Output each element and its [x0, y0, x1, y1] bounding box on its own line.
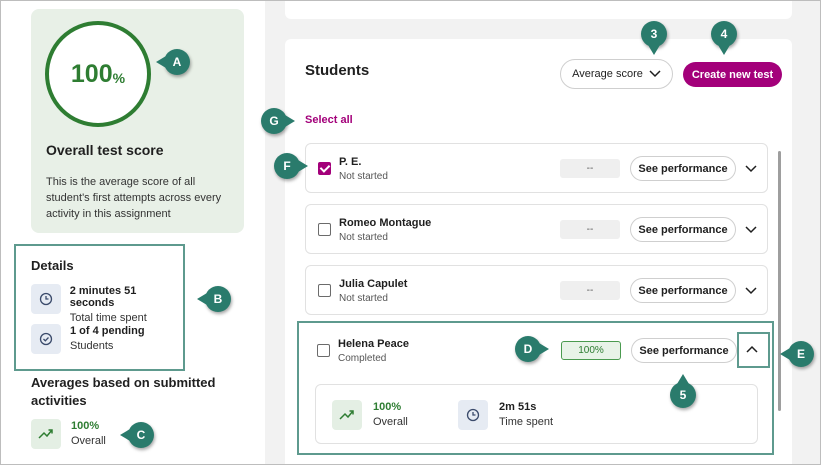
student-score: -- [560, 281, 620, 300]
time-spent-label: Total time spent [69, 312, 147, 324]
student-checkbox[interactable] [318, 223, 331, 236]
pending-value: 1 of 4 pending [70, 325, 145, 337]
student-row: P. E. Not started -- See performance [305, 143, 768, 193]
chevron-down-icon [649, 70, 661, 78]
student-status: Not started [339, 232, 388, 243]
time-spent-value: 2 minutes 51 seconds [69, 285, 137, 309]
callout-a: A [156, 49, 190, 75]
chevron-down-icon[interactable] [744, 222, 758, 236]
overall-score-description: This is the average score of all student… [46, 176, 222, 220]
callout-f: F [274, 153, 308, 179]
overall-score-title: Overall test score [46, 142, 164, 158]
score-ring: 100 % [45, 21, 151, 127]
averages-title: Averages based on submitted activities [31, 375, 216, 408]
student-row: Julia Capulet Not started -- See perform… [305, 265, 768, 315]
student-row: Romeo Montague Not started -- See perfor… [305, 204, 768, 254]
student-checkbox[interactable] [318, 162, 331, 175]
students-title: Students [305, 62, 370, 79]
scrollbar[interactable] [778, 151, 781, 411]
see-performance-button[interactable]: See performance [630, 156, 736, 181]
check-circle-icon [31, 324, 61, 354]
student-checkbox[interactable] [318, 284, 331, 297]
see-performance-button[interactable]: See performance [630, 217, 736, 242]
averages-value: 100% [71, 420, 100, 432]
student-score: -- [560, 159, 620, 178]
create-new-test-button[interactable]: Create new test [683, 62, 782, 87]
student-name: Julia Capulet [339, 278, 408, 290]
clock-icon [31, 284, 61, 314]
callout-c: C [120, 422, 154, 448]
see-performance-button[interactable]: See performance [630, 278, 736, 303]
select-all-link[interactable]: Select all [305, 114, 353, 126]
chevron-down-icon[interactable] [744, 283, 758, 297]
time-spent-detail: 2 minutes 51 seconds Total time spent [31, 284, 183, 324]
callout-g: G [261, 108, 295, 134]
averages-label: Overall [71, 435, 106, 447]
top-card [285, 1, 792, 19]
trending-up-icon [31, 419, 61, 449]
student-score: -- [560, 220, 620, 239]
pending-label: Students [70, 340, 114, 352]
student-name: Romeo Montague [339, 217, 432, 229]
callout-4: 4 [711, 21, 737, 55]
averages-overall: 100% Overall [31, 419, 106, 449]
chevron-down-icon[interactable] [744, 161, 758, 175]
student-status: Not started [339, 171, 388, 182]
summary-panel: 100 % Overall test score This is the ave… [1, 1, 265, 464]
app-frame: 100 % Overall test score This is the ave… [0, 0, 821, 465]
overall-score-card: 100 % Overall test score This is the ave… [31, 9, 244, 233]
callout-d: D [515, 336, 549, 362]
sort-dropdown-label: Average score [572, 68, 643, 80]
details-section: Details 2 minutes 51 seconds Total time … [14, 244, 185, 371]
score-ring-value: 100 [70, 59, 113, 88]
callout-3: 3 [641, 21, 667, 55]
student-status: Not started [339, 293, 388, 304]
callout-b: B [197, 286, 231, 312]
details-title: Details [31, 258, 74, 273]
student-name: P. E. [339, 156, 362, 168]
callout-5: 5 [670, 374, 696, 408]
highlight-collapse-toggle [737, 332, 770, 368]
pending-detail: 1 of 4 pending Students [31, 324, 145, 354]
score-ring-unit: % [112, 70, 126, 86]
sort-dropdown[interactable]: Average score [560, 59, 673, 89]
callout-e: E [780, 341, 814, 367]
